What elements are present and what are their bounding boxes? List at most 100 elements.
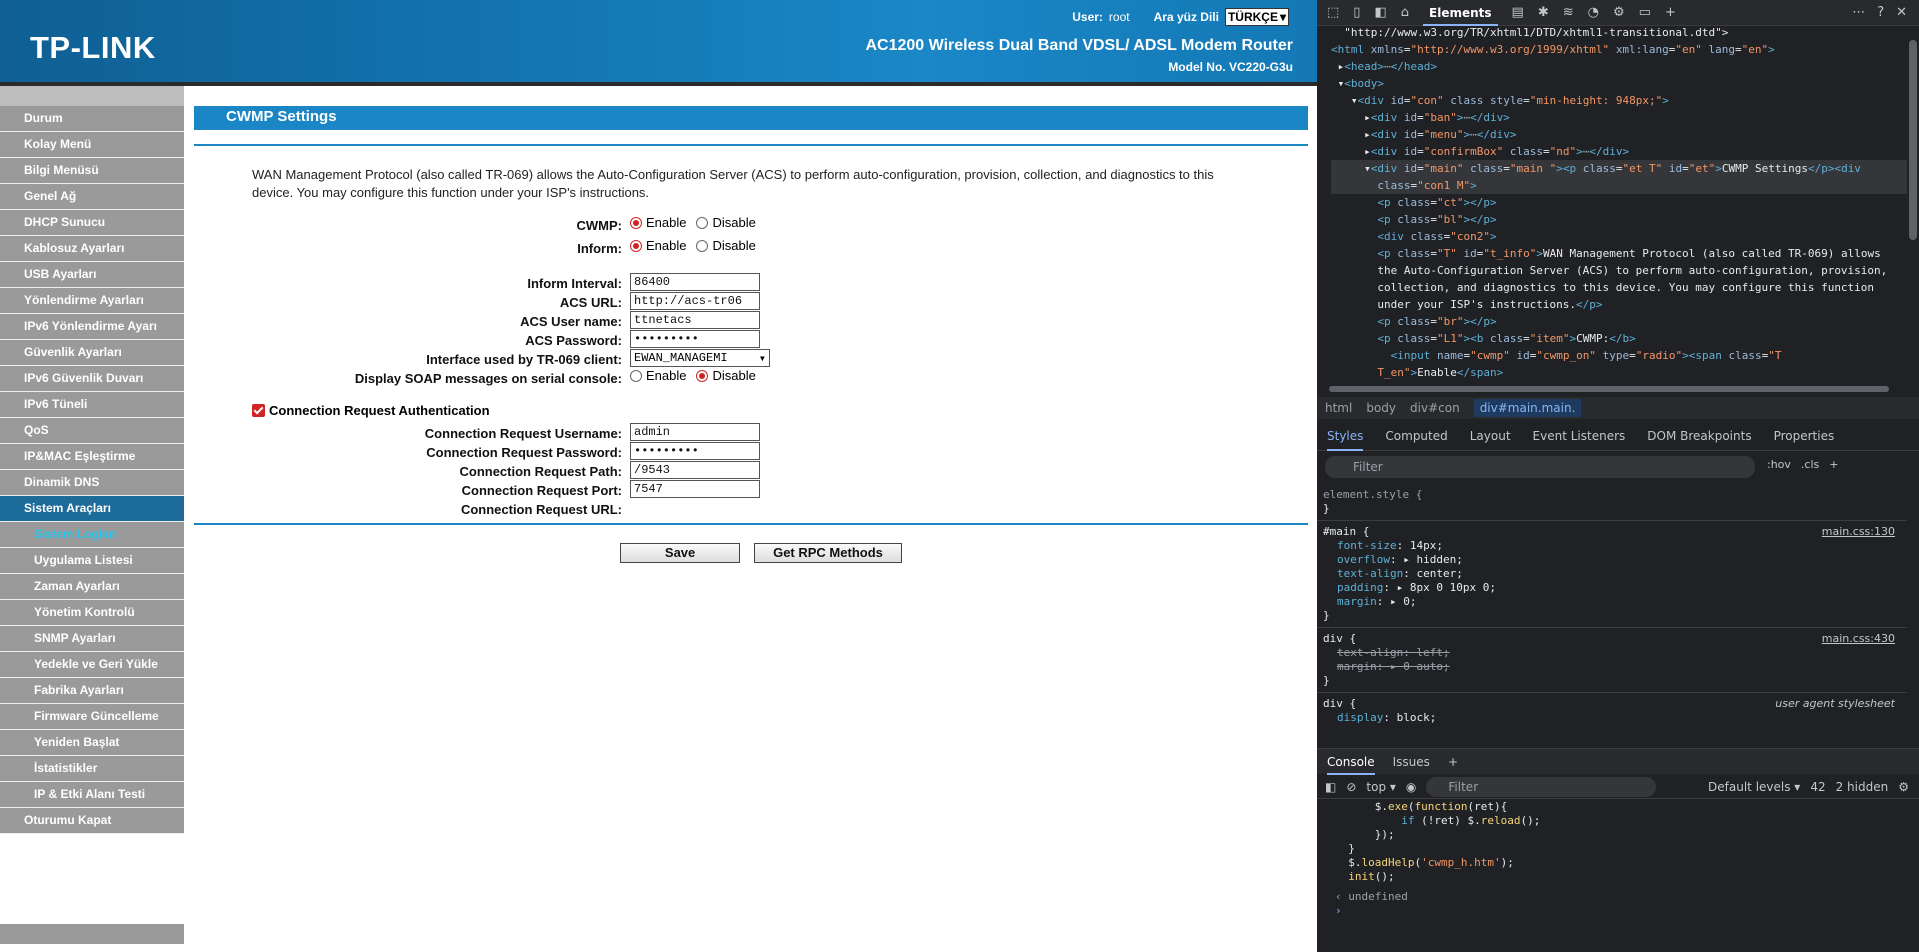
cr-password-input[interactable]: ••••••••• xyxy=(630,442,760,460)
cwmp-enable-label: Enable xyxy=(646,215,687,230)
clear-console-icon[interactable]: ⊘ xyxy=(1346,780,1356,794)
tab-dom-breakpoints[interactable]: DOM Breakpoints xyxy=(1647,429,1751,443)
help-icon[interactable]: ? xyxy=(1877,5,1884,20)
console-icon[interactable]: ▤ xyxy=(1512,5,1524,20)
sidebar-item[interactable]: Uygulama Listesi xyxy=(0,548,184,574)
sidebar-item[interactable]: IPv6 Güvenlik Duvarı xyxy=(0,366,184,392)
home-icon[interactable]: ⌂ xyxy=(1401,5,1409,20)
get-rpc-methods-button[interactable]: Get RPC Methods xyxy=(754,543,902,563)
acs-user-label: ACS User name: xyxy=(520,314,622,329)
sidebar-item[interactable]: USB Ayarları xyxy=(0,262,184,288)
cwmp-disable-radio[interactable] xyxy=(696,216,709,229)
cls-toggle[interactable]: .cls xyxy=(1801,458,1819,471)
eye-icon[interactable]: ◉ xyxy=(1406,780,1416,794)
crumb-body[interactable]: body xyxy=(1366,401,1396,415)
dom-vertical-scrollbar[interactable] xyxy=(1909,40,1917,340)
soap-disable-radio[interactable] xyxy=(696,369,709,382)
sidebar-item[interactable]: IPv6 Tüneli xyxy=(0,392,184,418)
cr-path-input[interactable]: /9543 xyxy=(630,461,760,479)
sidebar-item[interactable]: QoS xyxy=(0,418,184,444)
acs-url-input[interactable]: http://acs-tr06 xyxy=(630,292,760,310)
cr-username-row: Connection Request Username: admin xyxy=(194,422,1308,441)
sidebar-item[interactable]: İstatistikler xyxy=(0,756,184,782)
acs-password-row: ACS Password: ••••••••• xyxy=(194,329,1308,348)
tab-computed[interactable]: Computed xyxy=(1385,429,1447,443)
sidebar-item[interactable]: Fabrika Ayarları xyxy=(0,678,184,704)
sidebar-toggle-icon[interactable]: ◧ xyxy=(1325,780,1336,794)
acs-user-input[interactable]: ttnetacs xyxy=(630,311,760,329)
scroll-thumb[interactable] xyxy=(1909,40,1917,240)
sidebar-item[interactable]: Sistem Logları xyxy=(0,522,184,548)
sidebar-item[interactable]: Oturumu Kapat xyxy=(0,808,184,834)
rule-div-ua: div { user agent stylesheet display: blo… xyxy=(1323,697,1895,724)
console-filter-input[interactable]: Filter xyxy=(1426,776,1657,797)
soap-enable-radio[interactable] xyxy=(630,369,642,382)
inspect-icon[interactable]: ⬚ xyxy=(1327,5,1339,20)
inform-disable-radio[interactable] xyxy=(696,239,709,252)
layers-icon[interactable]: ▭ xyxy=(1639,5,1651,20)
styles-filter-tools: :hov .cls + xyxy=(1767,458,1838,471)
issues-count[interactable]: 42 xyxy=(1810,780,1825,794)
scroll-thumb[interactable] xyxy=(1329,386,1889,392)
add-icon[interactable]: + xyxy=(1665,5,1676,20)
add-tab-icon[interactable]: + xyxy=(1448,755,1458,769)
inform-enable-radio[interactable] xyxy=(630,239,642,252)
hov-toggle[interactable]: :hov xyxy=(1767,458,1791,471)
device-toolbar-icon[interactable]: ▯ xyxy=(1353,5,1360,20)
undefined-output: undefined xyxy=(1348,890,1408,903)
dock-icon[interactable]: ◧ xyxy=(1374,5,1386,20)
cr-port-input[interactable]: 7547 xyxy=(630,480,760,498)
add-rule-icon[interactable]: + xyxy=(1829,458,1838,471)
sidebar-item[interactable]: Yeniden Başlat xyxy=(0,730,184,756)
sidebar-item[interactable]: Zaman Ayarları xyxy=(0,574,184,600)
context-select[interactable]: top ▾ xyxy=(1366,780,1396,794)
network-icon[interactable]: ≋ xyxy=(1563,5,1574,20)
gear-icon[interactable]: ⚙ xyxy=(1613,5,1625,20)
sidebar-item[interactable]: Durum xyxy=(0,106,184,132)
cwmp-label: CWMP: xyxy=(576,218,623,233)
tab-console[interactable]: Console xyxy=(1327,749,1375,775)
sidebar-item[interactable]: Yönetim Kontrolü xyxy=(0,600,184,626)
cr-username-input[interactable]: admin xyxy=(630,423,760,441)
sidebar-item[interactable]: Genel Ağ xyxy=(0,184,184,210)
acs-password-input[interactable]: ••••••••• xyxy=(630,330,760,348)
more-icon[interactable]: ⋯ xyxy=(1852,5,1865,20)
sidebar-item[interactable]: SNMP Ayarları xyxy=(0,626,184,652)
bug-icon[interactable]: ✱ xyxy=(1538,5,1549,20)
sidebar-item[interactable]: IPv6 Yönlendirme Ayarı xyxy=(0,314,184,340)
sidebar-item[interactable]: Güvenlik Ayarları xyxy=(0,340,184,366)
sidebar-item[interactable]: Kablosuz Ayarları xyxy=(0,236,184,262)
sidebar-item[interactable]: Sistem Araçları xyxy=(0,496,184,522)
crumb-div-main[interactable]: div#main.main. xyxy=(1473,399,1582,417)
cwmp-enable-radio[interactable] xyxy=(630,216,642,229)
sidebar-item[interactable]: Dinamik DNS xyxy=(0,470,184,496)
tab-properties[interactable]: Properties xyxy=(1774,429,1835,443)
save-button[interactable]: Save xyxy=(620,543,741,563)
sidebar-item[interactable]: Bilgi Menüsü xyxy=(0,158,184,184)
crumb-div-con[interactable]: div#con xyxy=(1410,401,1460,415)
crumb-html[interactable]: html xyxy=(1325,401,1352,415)
dom-horizontal-scrollbar[interactable] xyxy=(1317,383,1907,395)
sidebar-item[interactable]: IP & Etki Alanı Testi xyxy=(0,782,184,808)
connection-auth-checkbox[interactable] xyxy=(252,403,265,417)
sidebar-item[interactable]: DHCP Sunucu xyxy=(0,210,184,236)
inform-interval-input[interactable]: 86400 xyxy=(630,273,760,291)
performance-icon[interactable]: ◔ xyxy=(1588,5,1599,20)
tab-layout[interactable]: Layout xyxy=(1470,429,1511,443)
rule-source-link[interactable]: main.css:430 xyxy=(1822,632,1895,646)
styles-filter-input[interactable]: Filter xyxy=(1325,456,1755,478)
tab-event-listeners[interactable]: Event Listeners xyxy=(1533,429,1626,443)
rule-source-link[interactable]: main.css:130 xyxy=(1822,525,1895,539)
tab-styles[interactable]: Styles xyxy=(1327,421,1364,451)
language-select[interactable]: TÜRKÇE ▾ xyxy=(1224,8,1289,26)
sidebar-item[interactable]: Firmware Güncelleme xyxy=(0,704,184,730)
default-levels-select[interactable]: Default levels ▾ xyxy=(1708,780,1800,794)
tab-issues[interactable]: Issues xyxy=(1393,755,1430,769)
close-icon[interactable]: ✕ xyxy=(1896,5,1907,20)
sidebar-item[interactable]: Yönlendirme Ayarları xyxy=(0,288,184,314)
sidebar-item[interactable]: Kolay Menü xyxy=(0,132,184,158)
gear-icon[interactable]: ⚙ xyxy=(1898,780,1909,794)
sidebar-item[interactable]: IP&MAC Eşleştirme xyxy=(0,444,184,470)
sidebar-item[interactable]: Yedekle ve Geri Yükle xyxy=(0,652,184,678)
interface-select[interactable]: EWAN_MANAGEMI ▾ xyxy=(630,349,770,367)
